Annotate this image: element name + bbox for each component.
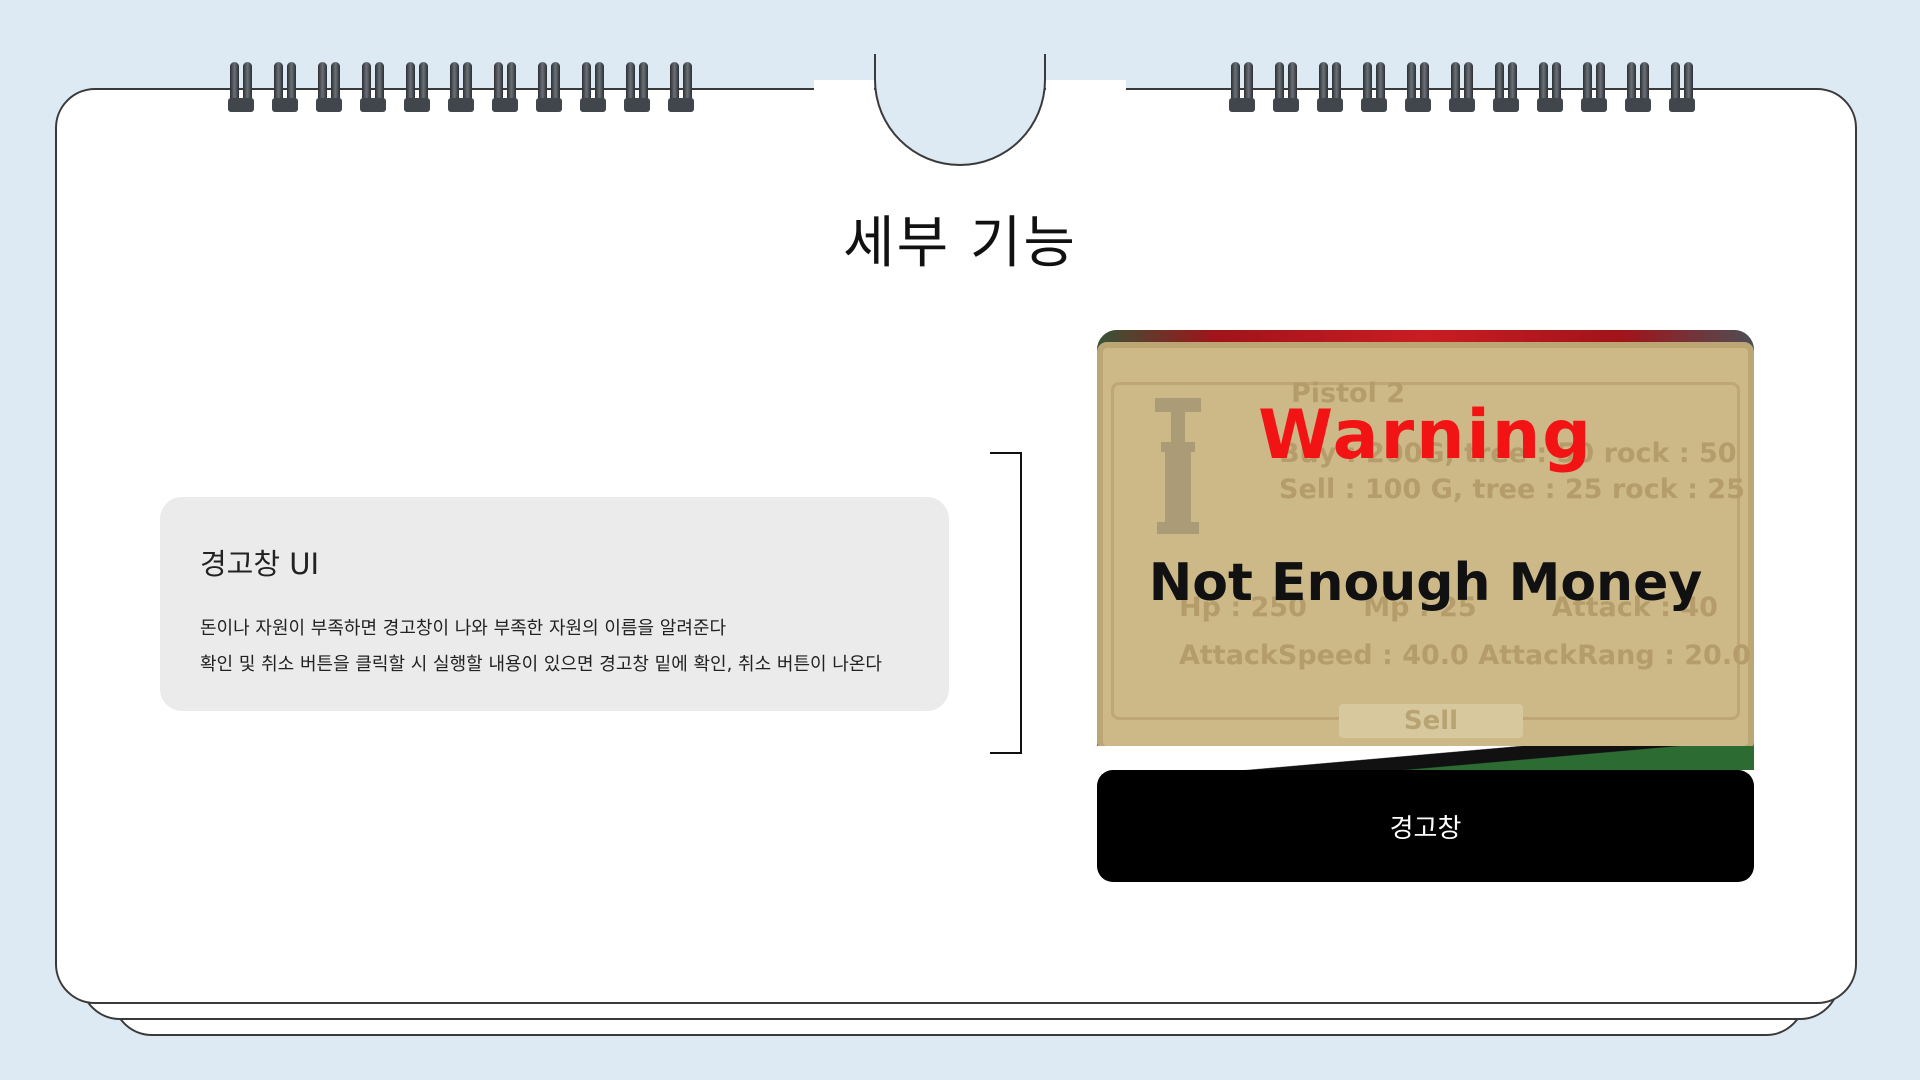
sell-cost-text: Sell : 100 G, tree : 25 rock : 25 [1279,474,1745,505]
spiral-ring-icon [272,62,298,114]
spiral-ring-icon [580,62,606,114]
slide-canvas: 세부 기능 경고창 UI 돈이나 자원이 부족하면 경고창이 나와 부족한 자원… [0,0,1920,1080]
spiral-ring-icon [492,62,518,114]
spiral-binding-right [1229,62,1695,114]
spiral-ring-icon [448,62,474,114]
spiral-ring-icon [316,62,342,114]
description-title: 경고창 UI [200,547,320,581]
spiral-ring-icon [1229,62,1255,114]
sell-button[interactable]: Sell [1339,704,1523,738]
page-title: 세부 기능 [843,211,1077,276]
screenshot-bottom-strip [1097,746,1754,770]
spiral-ring-icon [1669,62,1695,114]
warning-panel: Pistol 2 Buy : 200G, tree : 50 rock : 50… [1097,342,1754,752]
notch-gap-left [814,80,874,92]
spiral-binding-left [228,62,694,114]
warning-title: Warning [1258,396,1593,475]
spiral-ring-icon [668,62,694,114]
spiral-ring-icon [228,62,254,114]
attack-speed-text: AttackSpeed : 40.0 AttackRang : 20.0 [1179,640,1751,671]
spiral-ring-icon [360,62,386,114]
warning-message: Not Enough Money [1148,553,1703,613]
description-line: 돈이나 자원이 부족하면 경고창이 나와 부족한 자원의 이름을 알려준다 [200,618,727,639]
description-line: 확인 및 취소 버튼을 클릭할 시 실행할 내용이 있으면 경고창 밑에 확인,… [200,654,882,675]
caption-label: 경고창 [1389,813,1462,844]
caption-bar: 경고창 [1097,770,1754,882]
spiral-ring-icon [1625,62,1651,114]
spiral-ring-icon [1317,62,1343,114]
spiral-ring-icon [1493,62,1519,114]
spiral-ring-icon [1361,62,1387,114]
description-card: 경고창 UI 돈이나 자원이 부족하면 경고창이 나와 부족한 자원의 이름을 … [160,497,949,711]
spiral-ring-icon [1537,62,1563,114]
spiral-ring-icon [1449,62,1475,114]
spiral-ring-icon [1581,62,1607,114]
spiral-ring-icon [624,62,650,114]
spiral-ring-icon [1273,62,1299,114]
game-screenshot: Pistol 2 Buy : 200G, tree : 50 rock : 50… [1097,330,1754,770]
spiral-ring-icon [1405,62,1431,114]
connector-bracket [990,452,1022,754]
spiral-ring-icon [536,62,562,114]
notch-gap-right [1046,80,1126,92]
spiral-ring-icon [404,62,430,114]
